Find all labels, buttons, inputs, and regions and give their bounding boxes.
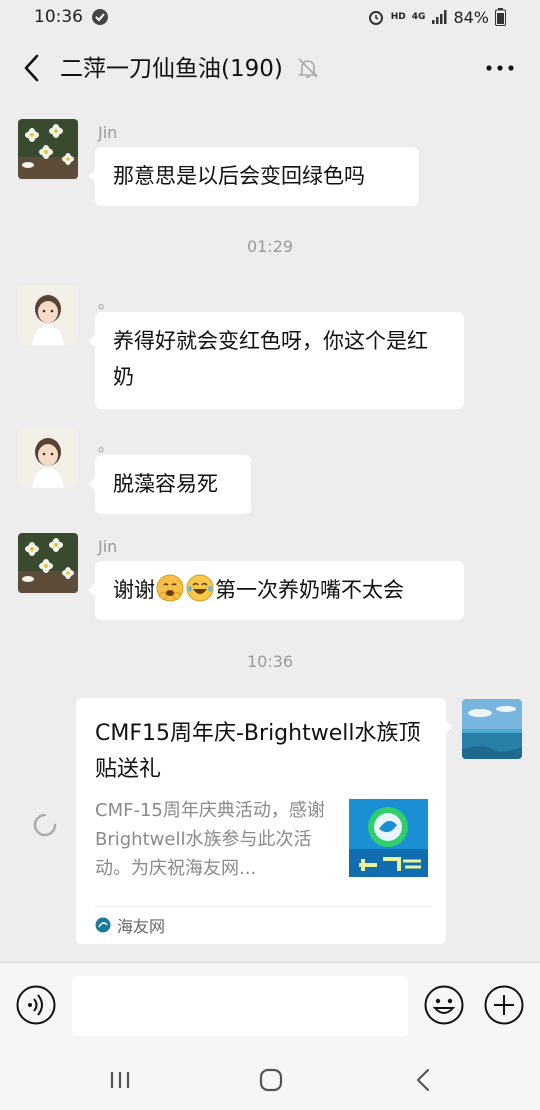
avatar-jin[interactable] <box>18 119 78 179</box>
home-icon[interactable] <box>258 1067 284 1093</box>
input-bar <box>0 962 540 1050</box>
sender-name: 。 <box>98 436 115 455</box>
battery-icon <box>495 8 506 26</box>
avatar-girl[interactable] <box>18 428 78 488</box>
card-title: CMF15周年庆-Brightwell水族顶贴送礼 <box>95 721 421 782</box>
card-divider <box>95 906 432 907</box>
message-bubble[interactable]: 脱藻容易死 <box>88 455 251 514</box>
app-notification-icon <box>92 9 108 25</box>
sender-name: 。 <box>98 293 115 312</box>
avatar-jin[interactable] <box>18 533 78 593</box>
sea-avatar-image <box>462 699 522 759</box>
time-separator: 10:36 <box>246 652 294 671</box>
sender-name: Jin <box>98 123 118 142</box>
message-text: 养得好就会变红色呀，你这个是红奶 <box>113 329 428 389</box>
girl-avatar-image <box>18 428 78 488</box>
message-text: 脱藻容易死 <box>113 472 218 496</box>
network-label: 4G <box>411 12 426 22</box>
girl-avatar-image <box>18 285 78 345</box>
tears-of-joy-emoji <box>186 574 214 602</box>
card-thumbnail <box>349 799 428 877</box>
more-button[interactable] <box>482 54 518 82</box>
plus-icon[interactable] <box>484 985 524 1025</box>
card-description: CMF-15周年庆典活动，感谢Brightwell水族参与此次活动。为庆祝海友网… <box>95 800 325 879</box>
system-nav-bar <box>0 1050 540 1110</box>
chat-title: 二萍一刀仙鱼油(190) <box>60 56 283 82</box>
card-source: 海友网 <box>95 913 165 937</box>
signal-icon <box>432 10 447 24</box>
time-separator: 01:29 <box>246 237 294 256</box>
message-text: 第一次养奶嘴不太会 <box>215 578 404 602</box>
status-bar: 10:36 HD 4G 84% <box>0 0 540 34</box>
flower-avatar-image <box>18 533 78 593</box>
emoji-icon[interactable] <box>424 985 464 1025</box>
loading-spinner-icon <box>33 813 57 837</box>
status-time: 10:36 <box>34 7 83 27</box>
message-bubble[interactable]: 养得好就会变红色呀，你这个是红奶 <box>88 312 464 409</box>
message-text: 谢谢 <box>113 578 155 602</box>
avatar-girl[interactable] <box>18 285 78 345</box>
message-bubble[interactable]: 谢谢 第一次养奶嘴不太会 <box>88 561 464 620</box>
back-arrow-icon <box>24 54 39 82</box>
avatar-self[interactable] <box>462 699 522 759</box>
flower-avatar-image <box>18 119 78 179</box>
chat-header: 二萍一刀仙鱼油(190) <box>0 34 540 100</box>
anniversary-logo-image <box>349 799 428 877</box>
mute-bell-icon <box>298 58 318 78</box>
battery-percent: 84% <box>453 7 489 27</box>
nav-back-icon[interactable] <box>412 1067 436 1093</box>
voice-icon[interactable] <box>16 985 56 1025</box>
card-source-name: 海友网 <box>117 917 166 936</box>
message-text: 那意思是以后会变回绿色吗 <box>113 164 365 188</box>
hug-emoji <box>156 574 184 602</box>
message-input[interactable] <box>72 976 408 1036</box>
link-card[interactable]: CMF15周年庆-Brightwell水族顶贴送礼 CMF-15周年庆典活动，感… <box>76 698 453 944</box>
message-bubble[interactable]: 那意思是以后会变回绿色吗 <box>88 147 419 206</box>
more-icon <box>486 65 514 71</box>
recent-apps-icon[interactable] <box>108 1068 132 1092</box>
back-button[interactable] <box>14 48 48 88</box>
alarm-icon <box>368 11 383 25</box>
hd-label: HD <box>390 12 406 22</box>
source-globe-icon <box>95 917 111 933</box>
sender-name: Jin <box>98 537 118 556</box>
